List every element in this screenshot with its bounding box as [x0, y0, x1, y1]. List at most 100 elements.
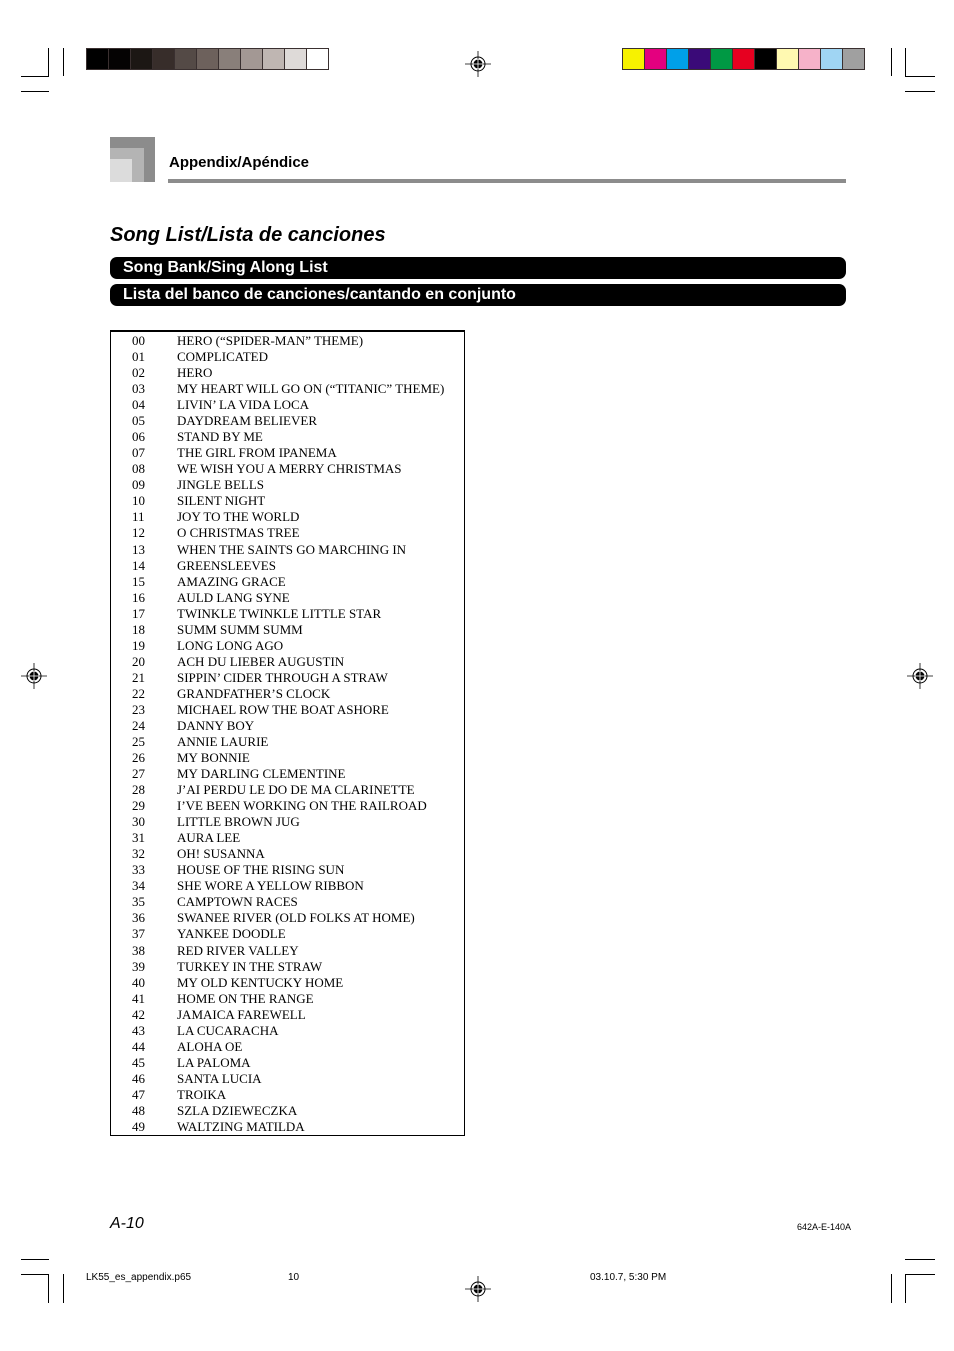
crop-mark — [48, 1274, 49, 1303]
song-title: HERO — [177, 365, 213, 381]
header-rule — [168, 179, 846, 183]
song-number: 02 — [132, 365, 145, 381]
song-number: 45 — [132, 1054, 145, 1070]
crop-mark — [48, 48, 49, 76]
song-number: 05 — [132, 413, 145, 429]
song-number: 06 — [132, 429, 145, 445]
song-title: YANKEE DOODLE — [177, 926, 286, 942]
song-number: 46 — [132, 1070, 145, 1086]
song-number: 34 — [132, 878, 145, 894]
crop-mark — [905, 91, 935, 92]
song-number: 30 — [132, 814, 145, 830]
song-number: 33 — [132, 862, 145, 878]
song-title: JAMAICA FAREWELL — [177, 1006, 306, 1022]
crop-mark — [905, 1274, 906, 1303]
song-number: 29 — [132, 798, 145, 814]
song-number: 01 — [132, 349, 145, 365]
song-number: 26 — [132, 750, 145, 766]
song-number: 15 — [132, 573, 145, 589]
song-title: SWANEE RIVER (OLD FOLKS AT HOME) — [177, 910, 415, 926]
section-marker-decoration — [110, 159, 132, 182]
song-number: 44 — [132, 1038, 145, 1054]
song-title: O CHRISTMAS TREE — [177, 525, 300, 541]
song-title: TWINKLE TWINKLE LITTLE STAR — [177, 605, 382, 621]
song-title: AMAZING GRACE — [177, 573, 286, 589]
song-number: 12 — [132, 525, 145, 541]
file-name: LK55_es_appendix.p65 — [86, 1272, 192, 1283]
song-number: 31 — [132, 830, 145, 846]
song-number: 18 — [132, 621, 145, 637]
page-title: Song List/Lista de canciones — [110, 224, 386, 246]
color-swatch — [799, 49, 821, 69]
page-number: A-10 — [110, 1215, 144, 1232]
color-swatch — [645, 49, 667, 69]
registration-mark-icon — [465, 1276, 491, 1302]
color-swatch — [755, 49, 777, 69]
song-title: DAYDREAM BELIEVER — [177, 413, 317, 429]
song-number: 07 — [132, 445, 145, 461]
registration-mark-icon — [21, 663, 47, 689]
song-title: MICHAEL ROW THE BOAT ASHORE — [177, 701, 389, 717]
song-title: WALTZING MATILDA — [177, 1118, 305, 1134]
print-timestamp: 03.10.7, 5:30 PM — [590, 1272, 667, 1283]
song-title: HOUSE OF THE RISING SUN — [177, 862, 345, 878]
song-title: MY BONNIE — [177, 750, 250, 766]
color-swatch — [153, 49, 175, 69]
crop-mark — [21, 1274, 49, 1275]
song-number: 43 — [132, 1022, 145, 1038]
song-title: LIVIN’ LA VIDA LOCA — [177, 397, 310, 413]
crop-mark — [905, 1274, 935, 1275]
song-number: 42 — [132, 1006, 145, 1022]
song-title: OH! SUSANNA — [177, 846, 265, 862]
subheading-bar-english: Song Bank/Sing Along List — [110, 257, 846, 279]
song-number: 28 — [132, 782, 145, 798]
song-title: JINGLE BELLS — [177, 477, 265, 493]
color-swatch — [175, 49, 197, 69]
crop-mark — [21, 91, 49, 92]
color-swatch — [307, 49, 328, 69]
section-header: Appendix/Apéndice — [169, 154, 310, 171]
song-title: STAND BY ME — [177, 429, 263, 445]
song-number: 04 — [132, 397, 145, 413]
song-title: I’VE BEEN WORKING ON THE RAILROAD — [177, 798, 427, 814]
registration-mark-icon — [907, 663, 933, 689]
process-color-bar — [622, 48, 865, 70]
song-title: SUMM SUMM SUMM — [177, 621, 303, 637]
color-swatch — [667, 49, 689, 69]
song-title: THE GIRL FROM IPANEMA — [177, 445, 337, 461]
song-number: 17 — [132, 605, 145, 621]
crop-mark — [21, 1259, 49, 1260]
crop-mark — [905, 1259, 935, 1260]
color-swatch — [711, 49, 733, 69]
song-number: 47 — [132, 1086, 145, 1102]
crop-mark — [21, 76, 49, 77]
song-number: 11 — [132, 509, 145, 525]
song-title: HERO (“SPIDER-MAN” THEME) — [177, 333, 364, 348]
song-title: SHE WORE A YELLOW RIBBON — [177, 878, 364, 894]
song-number: 21 — [132, 669, 145, 685]
song-number: 16 — [132, 589, 145, 605]
file-page-number: 10 — [288, 1272, 300, 1283]
color-swatch — [219, 49, 241, 69]
song-title: LA CUCARACHA — [177, 1022, 279, 1038]
song-title: WHEN THE SAINTS GO MARCHING IN — [177, 541, 407, 557]
song-number: 32 — [132, 846, 145, 862]
song-title: MY HEART WILL GO ON (“TITANIC” THEME) — [177, 381, 445, 397]
color-swatch — [87, 49, 109, 69]
crop-mark — [905, 48, 906, 76]
song-title: SIPPIN’ CIDER THROUGH A STRAW — [177, 669, 388, 685]
song-title: TURKEY IN THE STRAW — [177, 958, 323, 974]
crop-mark — [905, 76, 935, 77]
song-number: 25 — [132, 734, 145, 749]
color-swatch — [263, 49, 285, 69]
song-title: MY DARLING CLEMENTINE — [177, 766, 346, 782]
color-swatch — [131, 49, 153, 69]
color-swatch — [843, 49, 864, 69]
song-number: 03 — [132, 381, 145, 397]
song-number: 00 — [132, 333, 145, 348]
song-title: GREENSLEEVES — [177, 557, 276, 573]
song-title: MY OLD KENTUCKY HOME — [177, 974, 344, 990]
song-title: LITTLE BROWN JUG — [177, 814, 300, 830]
song-title: AURA LEE — [177, 830, 241, 846]
song-number: 10 — [132, 493, 145, 509]
